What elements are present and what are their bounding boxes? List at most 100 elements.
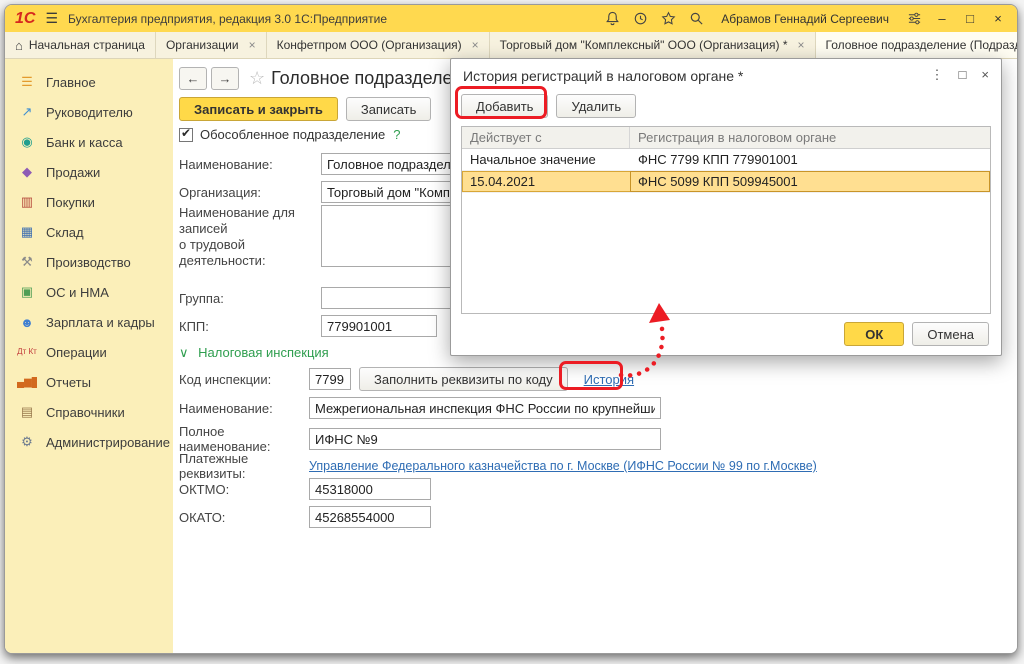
sidebar-label: Производство — [46, 255, 131, 270]
app-title: Бухгалтерия предприятия, редакция 3.0 1С… — [68, 12, 387, 26]
gear-icon: ⚙ — [17, 434, 37, 450]
payment-details-link[interactable]: Управление Федерального казначейства по … — [309, 459, 817, 473]
sidebar-item-salary-hr[interactable]: ☻ Зарплата и кадры — [5, 307, 173, 337]
tab-label: Начальная страница — [29, 38, 145, 52]
sidebar-label: Склад — [46, 225, 84, 240]
warehouse-icon: ▦ — [17, 224, 37, 240]
sidebar-label: Зарплата и кадры — [46, 315, 155, 330]
column-header-valid-from: Действует с — [462, 127, 630, 148]
sidebar-label: Покупки — [46, 195, 95, 210]
tab-konfetprom[interactable]: Конфетпром ООО (Организация) × — [267, 32, 490, 58]
chart-up-icon: ↗ — [17, 104, 37, 120]
inspection-code-label: Код инспекции: — [179, 372, 309, 387]
table-row-selected[interactable]: 15.04.2021 ФНС 5099 КПП 509945001 — [462, 171, 990, 193]
sidebar-item-purchases[interactable]: ▥ Покупки — [5, 187, 173, 217]
help-link[interactable]: ? — [393, 127, 400, 142]
sidebar-item-manager[interactable]: ↗ Руководителю — [5, 97, 173, 127]
delete-button[interactable]: Удалить — [556, 94, 636, 118]
group-label: Группа: — [179, 291, 321, 306]
people-icon: ☻ — [17, 315, 37, 330]
tab-bar: ⌂ Начальная страница Организации × Конфе… — [5, 32, 1017, 59]
tab-close-icon[interactable]: × — [472, 38, 479, 52]
home-icon: ⌂ — [15, 38, 23, 53]
notifications-bell-icon[interactable] — [603, 10, 621, 28]
tax-inspection-section-toggle[interactable]: ∨ Налоговая инспекция — [179, 345, 329, 361]
sidebar-item-administration[interactable]: ⚙ Администрирование — [5, 427, 173, 457]
sidebar-item-sales[interactable]: ◆Продажи — [5, 157, 173, 187]
dialog-close-icon[interactable]: × — [981, 67, 989, 83]
bank-icon: ◉ — [17, 134, 37, 150]
tab-golovnoe-podrazdelenie[interactable]: Головное подразделение (Подразделение) × — [816, 32, 1019, 58]
ok-button[interactable]: ОК — [844, 322, 904, 346]
back-button[interactable]: ← — [179, 67, 207, 90]
table-row[interactable]: Начальное значение ФНС 7799 КПП 77990100… — [462, 149, 990, 171]
title-bar: 1С ☰ Бухгалтерия предприятия, редакция 3… — [5, 5, 1017, 32]
table-header-row: Действует с Регистрация в налоговом орга… — [462, 127, 990, 149]
labor-activity-label: Наименование для записей — [179, 205, 295, 236]
main-menu-icon[interactable]: ☰ — [45, 10, 58, 27]
search-icon[interactable] — [687, 10, 705, 28]
kpp-input[interactable] — [321, 315, 437, 337]
close-button[interactable]: × — [989, 11, 1007, 26]
inspection-name-input[interactable] — [309, 397, 661, 419]
separate-subdivision-checkbox[interactable] — [179, 128, 193, 142]
inspection-code-input[interactable] — [309, 368, 351, 390]
current-user[interactable]: Абрамов Геннадий Сергеевич — [721, 12, 889, 26]
save-and-close-button[interactable]: Записать и закрыть — [179, 97, 338, 121]
full-name-input[interactable] — [309, 428, 661, 450]
sidebar-item-operations[interactable]: Дт КтОперации — [5, 337, 173, 367]
registration-history-dialog: История регистраций в налоговом органе *… — [450, 58, 1002, 356]
cell-registration: ФНС 5099 КПП 509945001 — [630, 171, 990, 192]
tab-label: Головное подразделение (Подразделение) — [826, 38, 1019, 52]
sidebar-label: Руководителю — [46, 105, 133, 120]
sidebar-item-fixed-assets[interactable]: ▣ОС и НМА — [5, 277, 173, 307]
column-header-registration: Регистрация в налоговом органе — [630, 130, 990, 145]
sidebar-label: Продажи — [46, 165, 100, 180]
tab-close-icon[interactable]: × — [249, 38, 256, 52]
settings-sliders-icon[interactable] — [905, 10, 923, 28]
sidebar-label: Главное — [46, 75, 96, 90]
oktmo-label: ОКТМО: — [179, 482, 309, 497]
favorite-star-icon[interactable]: ☆ — [249, 68, 265, 89]
sidebar-item-bank-cash[interactable]: ◉ Банк и касса — [5, 127, 173, 157]
sidebar-label: Операции — [46, 345, 107, 360]
full-name-label: Полное наименование: — [179, 424, 309, 454]
tab-label: Конфетпром ООО (Организация) — [277, 38, 462, 52]
1c-logo: 1С — [15, 11, 35, 27]
app-window: 1С ☰ Бухгалтерия предприятия, редакция 3… — [4, 4, 1018, 654]
tab-torgovy-dom[interactable]: Торговый дом "Комплексный" ООО (Организа… — [490, 32, 816, 58]
kpp-label: КПП: — [179, 319, 321, 334]
history-icon[interactable] — [631, 10, 649, 28]
save-button[interactable]: Записать — [346, 97, 432, 121]
dialog-kebab-menu-icon[interactable]: ⋮ — [931, 67, 944, 83]
sidebar-item-production[interactable]: ⚒Производство — [5, 247, 173, 277]
organization-label: Организация: — [179, 185, 321, 200]
sidebar-item-reports[interactable]: ▄▆█Отчеты — [5, 367, 173, 397]
history-link[interactable]: История — [584, 372, 634, 387]
sidebar-item-directories[interactable]: ▤Справочники — [5, 397, 173, 427]
oktmo-input[interactable] — [309, 478, 431, 500]
favorites-star-icon[interactable] — [659, 10, 677, 28]
chevron-down-icon: ∨ — [179, 345, 189, 360]
dialog-maximize-icon[interactable]: □ — [959, 67, 967, 83]
sidebar-label: ОС и НМА — [46, 285, 109, 300]
payment-details-label: Платежные реквизиты: — [179, 451, 309, 481]
tab-organizations[interactable]: Организации × — [156, 32, 267, 58]
minimize-button[interactable]: – — [933, 11, 951, 26]
sidebar-item-warehouse[interactable]: ▦ Склад — [5, 217, 173, 247]
cell-registration: ФНС 7799 КПП 779901001 — [630, 152, 990, 167]
sidebar-item-main[interactable]: ☰Главное — [5, 67, 173, 97]
maximize-button[interactable]: □ — [961, 11, 979, 26]
okato-input[interactable] — [309, 506, 431, 528]
fill-by-code-button[interactable]: Заполнить реквизиты по коду — [359, 367, 568, 391]
tab-home[interactable]: ⌂ Начальная страница — [5, 32, 156, 58]
okato-label: ОКАТО: — [179, 510, 309, 525]
sidebar-label: Администрирование — [46, 435, 170, 450]
labor-activity-label-2: о трудовой деятельности: — [179, 237, 266, 268]
tab-close-icon[interactable]: × — [797, 38, 804, 52]
sidebar-label: Банк и касса — [46, 135, 123, 150]
cancel-button[interactable]: Отмена — [912, 322, 989, 346]
add-button[interactable]: Добавить — [461, 94, 548, 118]
purchases-cart-icon: ▥ — [17, 194, 37, 210]
forward-button[interactable]: → — [211, 67, 239, 90]
